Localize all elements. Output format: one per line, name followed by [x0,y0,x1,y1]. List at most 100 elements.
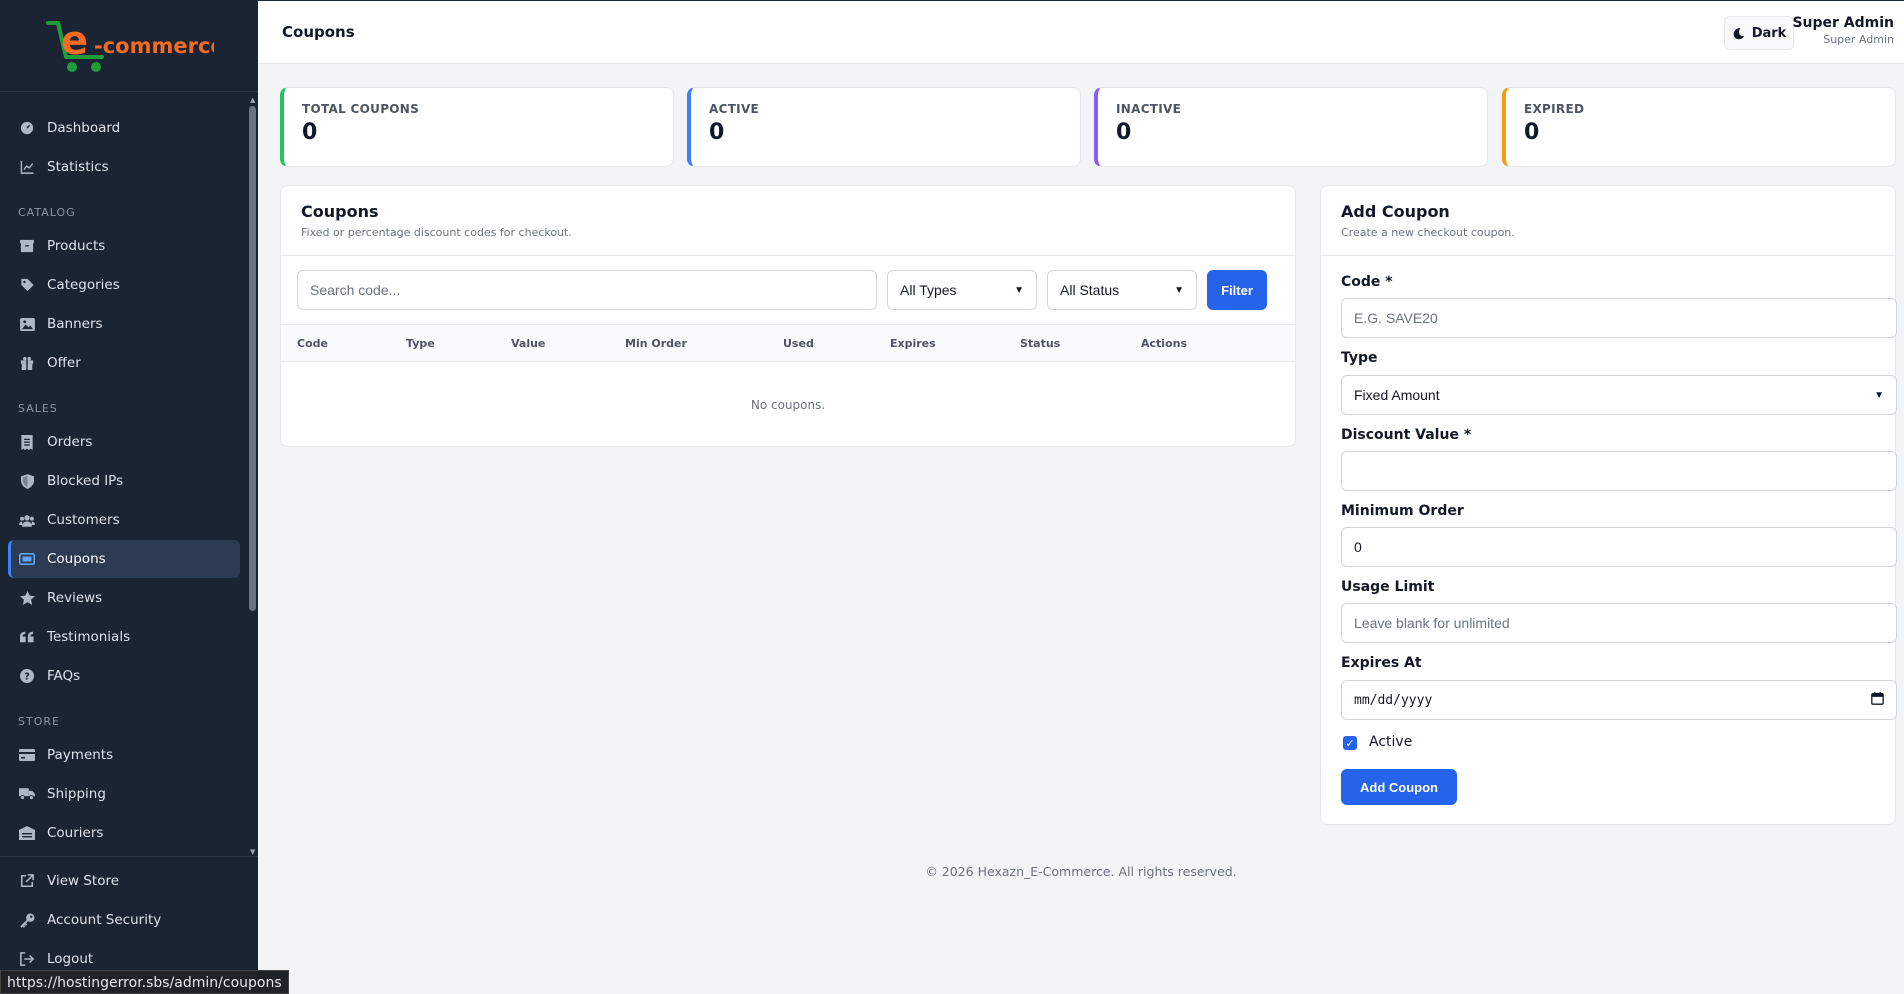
chevron-down-icon: ▼ [1014,284,1024,296]
column-header-code[interactable]: Code [297,337,328,350]
page-title: Coupons [282,23,355,41]
column-header-status[interactable]: Status [1020,337,1060,350]
coupons-list-card: Coupons Fixed or percentage discount cod… [280,185,1296,447]
sidebar-item-label: Account Security [47,912,162,928]
sidebar-item-offer[interactable]: Offer [8,344,240,382]
minimum-order-input[interactable]: 0 [1341,527,1897,567]
active-label[interactable]: Active [1369,734,1412,750]
sidebar-item-testimonials[interactable]: Testimonials [8,618,240,656]
discount-value-input[interactable] [1341,451,1897,491]
tags-icon [19,277,35,293]
brand-logo[interactable]: e -commerce [0,0,258,92]
column-header-type[interactable]: Type [406,337,435,350]
coupons-list-header: Coupons Fixed or percentage discount cod… [281,186,1295,256]
sidebar-item-shipping[interactable]: Shipping [8,775,240,813]
expires-at-date-input[interactable]: mm/dd/yyyy [1341,680,1897,720]
scroll-down-arrow-icon[interactable]: ▼ [250,848,255,856]
sidebar-item-orders[interactable]: Orders [8,423,240,461]
stat-card-active: ACTIVE 0 [687,87,1081,167]
sidebar-item-label: Statistics [47,159,109,175]
sidebar-item-label: Shipping [47,786,106,802]
sidebar-item-couriers[interactable]: Couriers [8,814,240,852]
warehouse-icon [19,825,35,841]
status-bar-url: https://hostingerror.sbs/admin/coupons [0,970,289,994]
sidebar-item-blocked-ips[interactable]: Blocked IPs [8,462,240,500]
sidebar-item-label: Coupons [47,551,106,567]
stat-label: TOTAL COUPONS [302,102,420,116]
sidebar-item-label: Payments [47,747,114,763]
sidebar-item-customers[interactable]: Customers [8,501,240,539]
type-select[interactable]: Fixed Amount ▼ [1341,375,1897,415]
user-role: Super Admin [1823,33,1894,46]
column-header-expires[interactable]: Expires [890,337,936,350]
stat-label: INACTIVE [1116,102,1182,116]
sidebar-item-label: Orders [47,434,93,450]
stat-value: 0 [709,120,725,145]
sidebar-item-label: Categories [47,277,120,293]
usage-limit-label: Usage Limit [1341,579,1435,595]
sign-out-icon [19,951,35,967]
sidebar-item-label: Banners [47,316,103,332]
gift-icon [19,355,35,371]
sidebar-item-label: Customers [47,512,120,528]
add-coupon-header: Add Coupon Create a new checkout coupon. [1321,186,1895,256]
sidebar-item-view-store[interactable]: View Store [8,862,240,900]
sidebar-item-categories[interactable]: Categories [8,266,240,304]
sidebar-item-payments[interactable]: Payments [8,736,240,774]
chevron-down-icon: ▼ [1874,389,1884,401]
usage-limit-input[interactable]: Leave blank for unlimited [1341,603,1897,643]
type-filter-select[interactable]: All Types ▼ [887,270,1037,310]
shield-icon [19,473,35,489]
stat-value: 0 [1116,120,1132,145]
date-placeholder: mm/dd/yyyy [1354,692,1433,708]
truck-icon [19,786,35,802]
sidebar-scrollbar[interactable]: ▲ ▼ [249,94,256,856]
active-checkbox[interactable]: ✓ [1343,736,1357,750]
key-icon [19,912,35,928]
moon-icon [1732,27,1745,40]
sidebar-nav: Dashboard Statistics CATALOG Products Ca… [0,94,258,854]
filter-button[interactable]: Filter [1207,270,1267,310]
empty-state-text: No coupons. [750,398,826,412]
coupons-filters: Search code... All Types ▼ All Status ▼ … [297,270,1267,310]
type-select-value: Fixed Amount [1354,387,1440,403]
sidebar-item-label: Testimonials [47,629,131,645]
code-label: Code * [1341,274,1393,290]
column-header-min-order[interactable]: Min Order [625,337,687,350]
status-filter-select[interactable]: All Status ▼ [1047,270,1197,310]
stat-label: ACTIVE [709,102,760,116]
sidebar-item-label: FAQs [47,668,81,684]
scrollbar-thumb[interactable] [249,106,256,611]
add-coupon-card: Add Coupon Create a new checkout coupon.… [1320,185,1897,825]
user-name: Super Admin [1792,15,1894,31]
sidebar-item-label: Reviews [47,590,103,606]
sidebar-section-catalog: CATALOG [18,206,76,219]
sidebar-item-banners[interactable]: Banners [8,305,240,343]
search-code-input[interactable]: Search code... [297,270,877,310]
sidebar-item-coupons[interactable]: Coupons [8,540,240,578]
add-coupon-subtitle: Create a new checkout coupon. [1341,226,1515,239]
column-header-value[interactable]: Value [511,337,545,350]
sidebar-item-label: Logout [47,951,94,967]
column-header-actions[interactable]: Actions [1141,337,1187,350]
add-coupon-button[interactable]: Add Coupon [1341,769,1457,805]
sidebar-item-faqs[interactable]: ? FAQs [8,657,240,695]
code-input[interactable]: E.G. SAVE20 [1341,298,1897,338]
column-header-used[interactable]: Used [783,337,814,350]
calendar-icon[interactable] [1871,691,1884,709]
logo-letter: e [61,18,88,64]
sidebar-item-label: Blocked IPs [47,473,124,489]
user-menu[interactable]: Super Admin Super Admin [1792,15,1894,46]
scroll-up-arrow-icon[interactable]: ▲ [250,96,255,104]
coupons-list-title: Coupons [301,202,379,221]
sidebar-item-dashboard[interactable]: Dashboard [8,109,240,147]
add-coupon-title: Add Coupon [1341,202,1450,221]
question-circle-icon: ? [19,668,35,684]
status-filter-value: All Status [1060,282,1120,298]
sidebar-item-reviews[interactable]: Reviews [8,579,240,617]
image-icon [19,316,35,332]
sidebar-item-statistics[interactable]: Statistics [8,148,240,186]
dark-mode-toggle-button[interactable]: Dark [1724,16,1794,50]
sidebar-item-account-security[interactable]: Account Security [8,901,240,939]
sidebar-item-products[interactable]: Products [8,227,240,265]
